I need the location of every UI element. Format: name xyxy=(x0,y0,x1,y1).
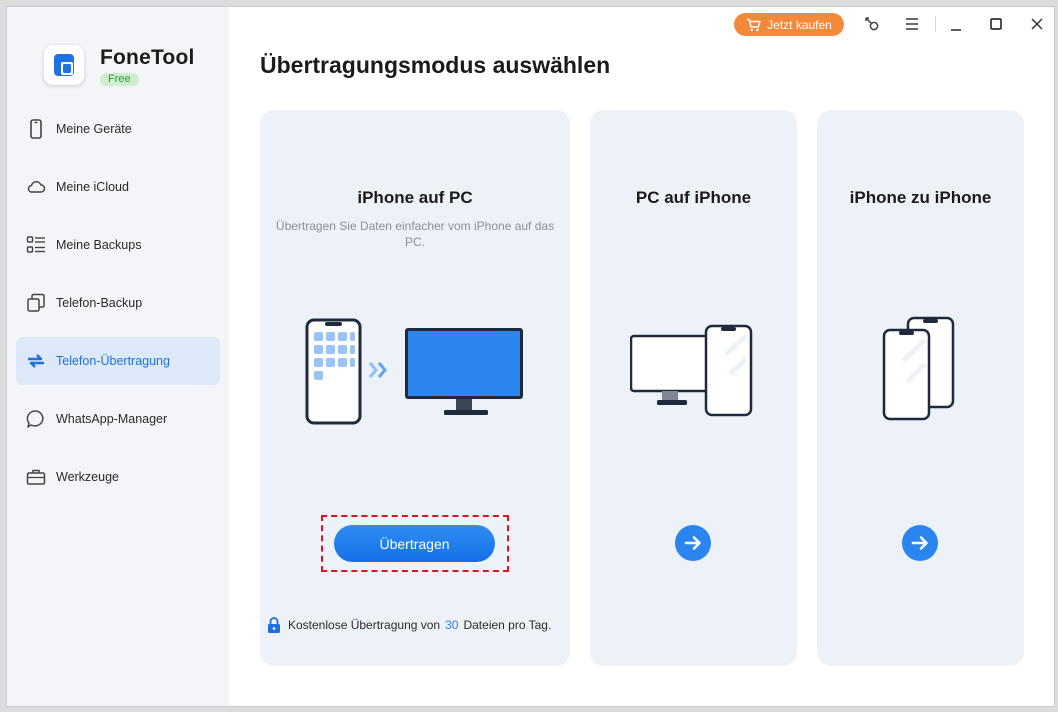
pc-to-iphone-illustration xyxy=(630,324,753,417)
sidebar-item-label: Meine Backups xyxy=(56,238,142,252)
sidebar: FoneTool Free Meine Geräte Meine iCloud … xyxy=(7,7,229,706)
card-title: iPhone auf PC xyxy=(357,188,473,207)
app-logo xyxy=(44,45,84,85)
card-title: PC auf iPhone xyxy=(635,188,752,207)
arrow-right-icon xyxy=(684,536,701,550)
card-title: iPhone zu iPhone xyxy=(849,188,992,207)
pc-to-iphone-go-button[interactable] xyxy=(675,525,711,561)
sidebar-nav: Meine Geräte Meine iCloud Meine Backups … xyxy=(16,105,220,511)
sidebar-item-whatsapp-manager[interactable]: WhatsApp-Manager xyxy=(16,395,220,443)
sidebar-item-tools[interactable]: Werkzeuge xyxy=(16,453,220,501)
sidebar-item-label: Telefon-Übertragung xyxy=(56,354,170,368)
sidebar-item-phone-backup[interactable]: Telefon-Backup xyxy=(16,279,220,327)
iphone-to-iphone-illustration xyxy=(882,316,955,421)
sidebar-item-label: WhatsApp-Manager xyxy=(56,412,168,426)
mode-card-iphone-to-iphone[interactable]: iPhone zu iPhone xyxy=(817,110,1024,666)
cart-icon xyxy=(747,18,761,31)
free-file-count: 30 xyxy=(445,618,459,632)
list-icon xyxy=(26,236,45,253)
plan-badge: Free xyxy=(100,73,139,86)
app-name: FoneTool xyxy=(100,46,195,69)
sidebar-item-phone-transfer[interactable]: Telefon-Übertragung xyxy=(16,337,220,385)
page-title: Übertragungsmodus auswählen xyxy=(260,52,611,78)
maximize-icon[interactable] xyxy=(987,15,1005,33)
mode-card-pc-to-iphone[interactable]: PC auf iPhone xyxy=(590,110,797,666)
note-text-after: Dateien pro Tag. xyxy=(463,618,552,632)
iphone-to-iphone-go-button[interactable] xyxy=(902,525,938,561)
menu-icon[interactable] xyxy=(903,15,921,33)
minimize-icon[interactable] xyxy=(947,15,965,33)
mode-card-iphone-to-pc[interactable]: iPhone auf PC Übertragen Sie Daten einfa… xyxy=(260,110,570,666)
app-window: FoneTool Free Meine Geräte Meine iCloud … xyxy=(6,6,1055,707)
sidebar-item-my-devices[interactable]: Meine Geräte xyxy=(16,105,220,153)
copy-icon xyxy=(27,293,45,312)
chat-bubble-icon xyxy=(26,410,44,428)
buy-now-button[interactable]: Jetzt kaufen xyxy=(734,13,844,36)
close-icon[interactable] xyxy=(1028,15,1046,33)
free-limit-note: Kostenlose Übertragung von 30 Dateien pr… xyxy=(267,617,551,633)
note-text-before: Kostenlose Übertragung von xyxy=(288,618,441,632)
lock-icon xyxy=(268,617,280,633)
card-description: Übertragen Sie Daten einfacher vom iPhon… xyxy=(275,219,555,249)
sidebar-item-label: Telefon-Backup xyxy=(56,296,143,310)
arrow-right-icon xyxy=(911,536,928,550)
toolbox-icon xyxy=(26,469,46,485)
titlebar-divider xyxy=(935,16,936,32)
iphone-to-pc-illustration xyxy=(305,318,523,425)
phone-icon xyxy=(30,119,42,139)
key-icon[interactable] xyxy=(863,15,881,33)
cloud-icon xyxy=(27,181,46,193)
transfer-arrows-icon xyxy=(28,354,44,368)
sidebar-item-label: Meine iCloud xyxy=(56,180,129,194)
sidebar-item-label: Meine Geräte xyxy=(56,122,132,136)
sidebar-item-my-backups[interactable]: Meine Backups xyxy=(16,221,220,269)
transfer-button[interactable]: Übertragen xyxy=(334,525,495,562)
buy-now-label: Jetzt kaufen xyxy=(767,17,832,32)
sidebar-item-label: Werkzeuge xyxy=(56,470,119,484)
sidebar-item-my-icloud[interactable]: Meine iCloud xyxy=(16,163,220,211)
